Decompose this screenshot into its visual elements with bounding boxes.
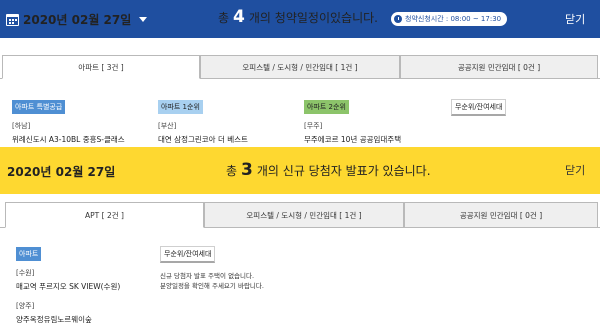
region-label: [양주] xyxy=(16,302,35,310)
tab-officetel[interactable]: 오피스텔 / 도시형 / 민간임대 [ 1건 ] xyxy=(204,202,404,228)
category-badge: 무순위/잔여세대 xyxy=(451,99,507,116)
column-special-supply: 아파트 특별공급 [하남] 위례신도시 A3-10BL 중흥S-클래스 xyxy=(12,94,152,145)
application-time-text: 청약신청시간 : 08:00 ~ 17:30 xyxy=(405,15,502,23)
subscription-count: 4 xyxy=(233,7,245,27)
close-button[interactable]: 닫기 xyxy=(565,11,585,27)
winners-tabs: APT [ 2건 ] 오피스텔 / 도시형 / 민간임대 [ 1건 ] 공공지원… xyxy=(0,202,600,228)
summary-suffix: 개의 신규 당첨자 발표가 있습니다. xyxy=(256,164,431,178)
column-second-rank: 아파트 2순위 [무주] 무주에코르 10년 공공임대주택 xyxy=(304,94,444,145)
category-badge: 아파트 xyxy=(16,247,42,261)
empty-message-line: 분양일정을 확인해 주세요기 바랍니다. xyxy=(160,282,264,290)
category-badge: 아파트 1순위 xyxy=(158,100,203,114)
subscription-date-picker[interactable]: 2020년 02월 27일 xyxy=(6,11,148,28)
winners-summary: 총 3 개의 신규 당첨자 발표가 있습니다. xyxy=(226,162,431,179)
tab-apartment[interactable]: 아파트 [ 3건 ] xyxy=(2,55,200,79)
listing-link[interactable]: 위례신도시 A3-10BL 중흥S-클래스 xyxy=(12,134,152,145)
column-unranked-winners: 무순위/잔여세대 신규 당첨자 발표 주택이 없습니다. 분양일정을 확인해 주… xyxy=(160,241,300,291)
column-apt-winners: 아파트 [수원] 매교역 푸르지오 SK VIEW(수원) [양주] 양주옥정유… xyxy=(16,241,156,325)
region-label: [무주] xyxy=(304,122,323,130)
subscription-summary: 총 4 개의 청약일정이있습니다. xyxy=(218,9,378,26)
summary-prefix: 총 xyxy=(226,164,238,178)
winners-date: 2020년 02월 27일 xyxy=(7,165,116,179)
listing-link[interactable]: 무주에코르 10년 공공임대주택 xyxy=(304,134,444,145)
listing-link[interactable]: 양주옥정유림노르웨이숲 xyxy=(16,314,156,325)
empty-message-line: 신규 당첨자 발표 주택이 없습니다. xyxy=(160,272,255,280)
region-label: [부산] xyxy=(158,122,177,130)
chevron-down-icon xyxy=(139,17,148,22)
tab-public-rental[interactable]: 공공지원 민간임대 [ 0건 ] xyxy=(404,202,598,228)
listing-link[interactable]: 대연 삼정그린코아 더 베스트 xyxy=(158,134,298,145)
column-unranked: 무순위/잔여세대 xyxy=(451,94,591,116)
subscription-date: 2020년 02월 27일 xyxy=(23,13,132,27)
calendar-icon xyxy=(6,13,19,26)
column-first-rank: 아파트 1순위 [부산] 대연 삼정그린코아 더 베스트 xyxy=(158,94,298,145)
subscription-tabs: 아파트 [ 3건 ] 오피스텔 / 도시형 / 민간임대 [ 1건 ] 공공지원… xyxy=(0,55,600,79)
clock-icon xyxy=(394,15,402,23)
empty-message: 신규 당첨자 발표 주택이 없습니다. 분양일정을 확인해 주세요기 바랍니다. xyxy=(160,271,300,291)
summary-suffix: 개의 청약일정이있습니다. xyxy=(248,11,378,25)
application-time-badge: 청약신청시간 : 08:00 ~ 17:30 xyxy=(391,12,508,26)
category-badge: 아파트 특별공급 xyxy=(12,100,66,114)
winners-count: 3 xyxy=(241,160,253,180)
category-badge: 아파트 2순위 xyxy=(304,100,349,114)
tab-public-rental[interactable]: 공공지원 민간임대 [ 0건 ] xyxy=(400,55,598,79)
close-button[interactable]: 닫기 xyxy=(565,162,585,178)
listing-link[interactable]: 매교역 푸르지오 SK VIEW(수원) xyxy=(16,281,156,292)
category-badge: 무순위/잔여세대 xyxy=(160,246,216,263)
tab-officetel[interactable]: 오피스텔 / 도시형 / 민간임대 [ 1건 ] xyxy=(200,55,400,79)
region-label: [수원] xyxy=(16,269,35,277)
summary-prefix: 총 xyxy=(218,11,230,25)
region-label: [하남] xyxy=(12,122,31,130)
tab-apt[interactable]: APT [ 2건 ] xyxy=(5,202,204,228)
